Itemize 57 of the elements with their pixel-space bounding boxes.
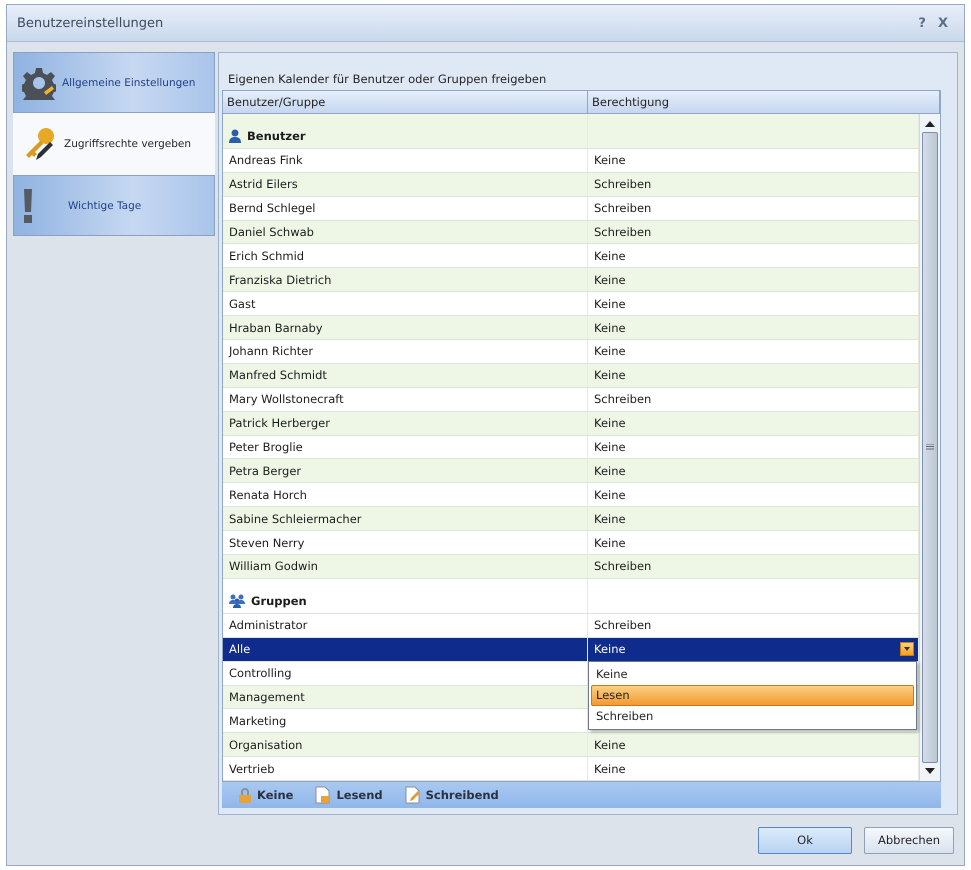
name-cell[interactable]: Gast bbox=[223, 292, 588, 316]
name-cell[interactable]: Marketing bbox=[223, 709, 588, 732]
scroll-down-icon[interactable] bbox=[925, 767, 935, 776]
close-button[interactable]: X bbox=[932, 16, 954, 30]
sidebar-tab[interactable]: Zugriffsrechte vergeben bbox=[13, 113, 215, 175]
padlock-icon bbox=[238, 787, 252, 804]
scroll-thumb[interactable] bbox=[922, 132, 938, 764]
name-cell[interactable]: Astrid Eilers bbox=[223, 172, 588, 196]
people-icon bbox=[229, 594, 245, 608]
name-cell[interactable]: Patrick Herberger bbox=[223, 412, 588, 435]
name-cell[interactable]: Management bbox=[223, 686, 588, 708]
scroll-up-icon[interactable] bbox=[925, 120, 935, 128]
name-cell[interactable]: Daniel Schwab bbox=[223, 220, 588, 244]
dropdown-option[interactable]: Keine bbox=[591, 664, 914, 685]
name-cell[interactable]: Manfred Schmidt bbox=[223, 364, 588, 387]
name-cell[interactable]: Alle bbox=[223, 638, 588, 661]
name-cell[interactable]: Sabine Schleiermacher bbox=[223, 507, 588, 530]
dropdown-option[interactable]: Lesen bbox=[591, 684, 914, 706]
name-cell[interactable]: Steven Nerry bbox=[223, 531, 588, 554]
name-cell[interactable]: Controlling bbox=[223, 662, 588, 685]
exclamation-icon bbox=[22, 188, 34, 222]
group-heading: Benutzer bbox=[247, 128, 306, 143]
name-cell[interactable]: Organisation bbox=[223, 733, 588, 756]
name-cell[interactable]: Johann Richter bbox=[223, 340, 588, 363]
name-cell[interactable]: Renata Horch bbox=[223, 483, 588, 506]
name-cell[interactable]: Bernd Schlegel bbox=[223, 196, 588, 220]
person-icon bbox=[229, 128, 241, 143]
name-cell[interactable]: Hraban Barnaby bbox=[223, 316, 588, 339]
name-cell[interactable]: William Godwin bbox=[223, 554, 588, 578]
caret-icon bbox=[904, 647, 910, 652]
help-button[interactable]: ? bbox=[912, 16, 932, 30]
ok-button[interactable]: Ok bbox=[758, 826, 852, 854]
sidebar-tab[interactable]: Allgemeine Einstellungen bbox=[13, 52, 215, 113]
name-cell[interactable]: Franziska Dietrich bbox=[223, 268, 588, 292]
legend-label: Schreibend bbox=[426, 788, 499, 802]
name-cell[interactable]: Andreas Fink bbox=[223, 148, 588, 172]
dropdown-option[interactable]: Schreiben bbox=[591, 706, 914, 727]
cancel-button[interactable]: Abbrechen bbox=[864, 826, 954, 854]
name-cell[interactable]: Petra Berger bbox=[223, 459, 588, 482]
dropdown-button[interactable] bbox=[900, 642, 914, 656]
name-cell[interactable]: Administrator bbox=[223, 614, 588, 637]
name-cell[interactable]: Erich Schmid bbox=[223, 244, 588, 268]
column-header[interactable]: Benutzer/Gruppe bbox=[223, 90, 588, 113]
document-lock-icon bbox=[315, 786, 332, 804]
column-header[interactable]: Berechtigung bbox=[588, 90, 940, 113]
document-pencil-icon bbox=[404, 786, 421, 804]
group-heading: Gruppen bbox=[251, 594, 307, 608]
legend-label: Lesend bbox=[336, 788, 383, 802]
legend-label: Keine bbox=[257, 788, 294, 802]
sidebar-tab[interactable]: Wichtige Tage bbox=[13, 175, 215, 236]
window-title: Benutzereinstellungen bbox=[17, 16, 164, 30]
name-cell[interactable]: Peter Broglie bbox=[223, 436, 588, 458]
name-cell[interactable]: Vertrieb bbox=[223, 757, 588, 780]
panel-heading: Eigenen Kalender für Benutzer oder Gruppen freigeben bbox=[227, 70, 548, 88]
gear-icon bbox=[22, 66, 56, 100]
name-cell[interactable]: Mary Wollstonecraft bbox=[223, 388, 588, 411]
scrollbar[interactable] bbox=[919, 114, 940, 782]
